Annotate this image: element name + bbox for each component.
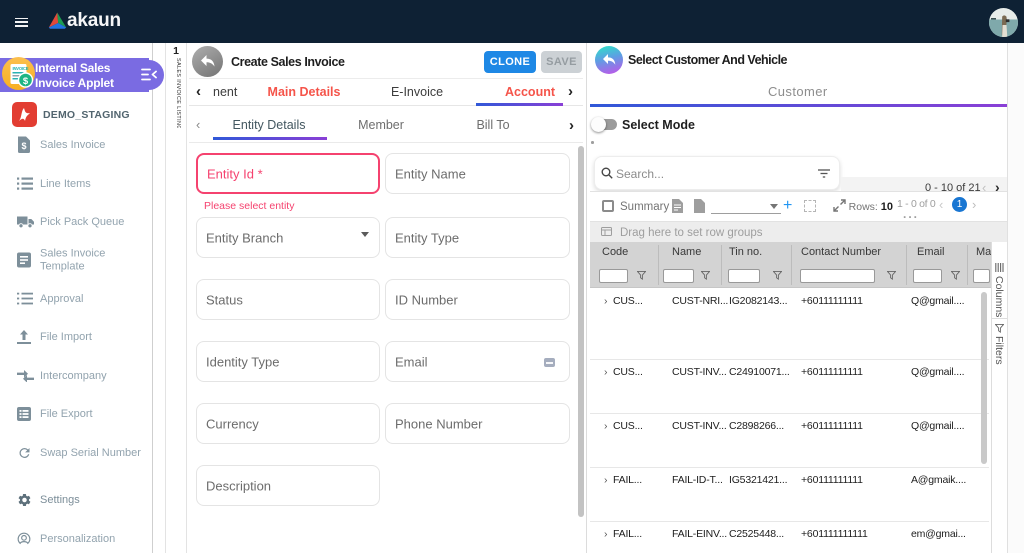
svg-text:$: $ xyxy=(21,141,26,151)
svg-text:$: $ xyxy=(23,75,29,86)
svg-text:SALES INVOICE LISTING: SALES INVOICE LISTING xyxy=(175,58,181,128)
svg-text:INVOICE: INVOICE xyxy=(13,66,29,71)
